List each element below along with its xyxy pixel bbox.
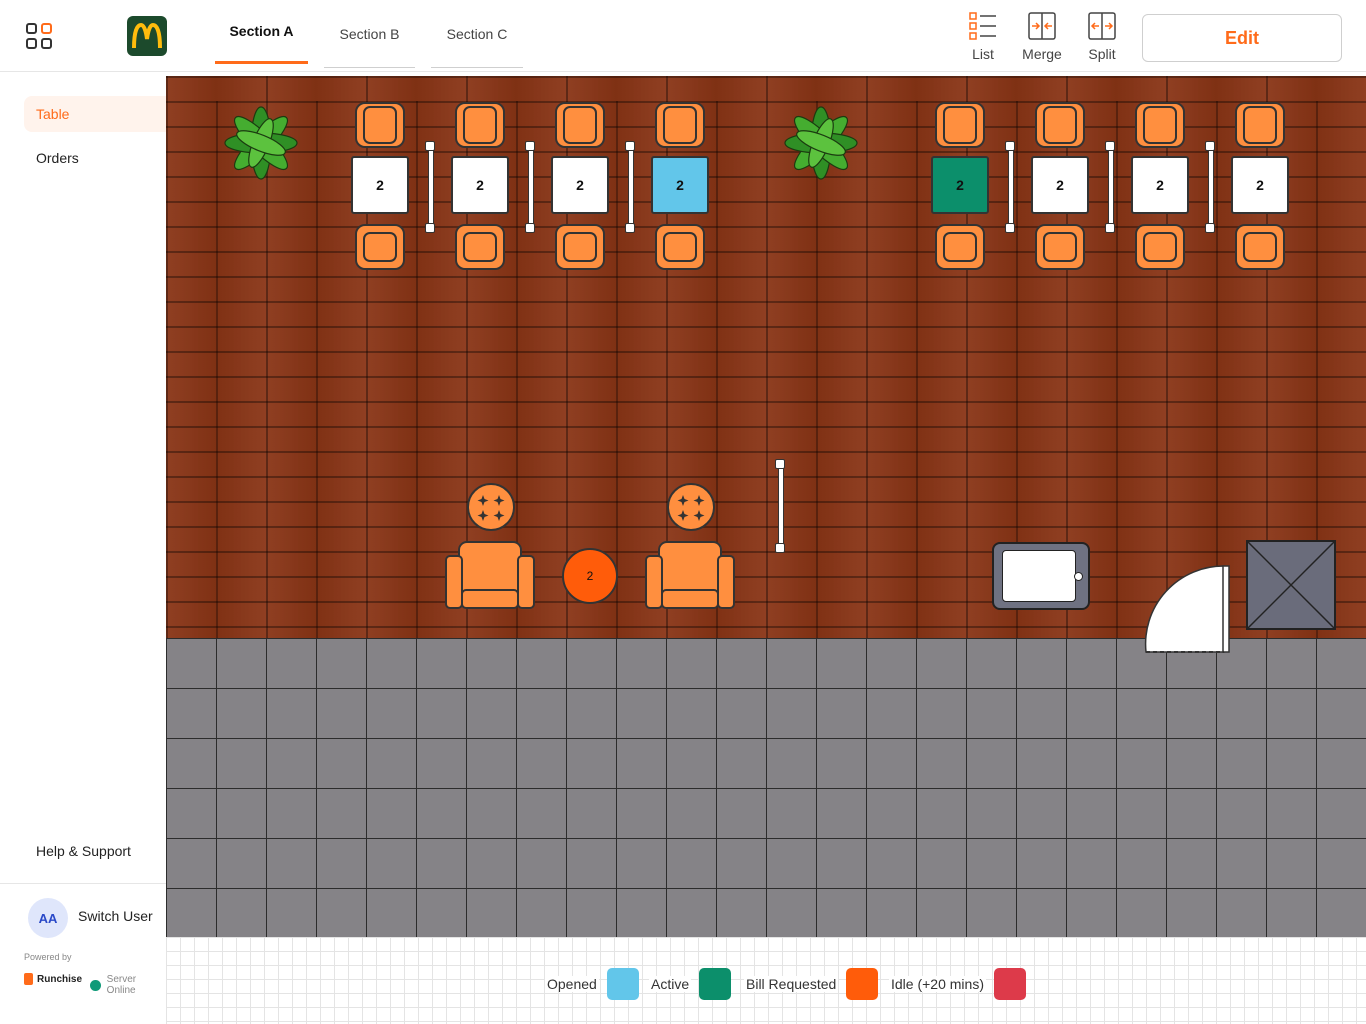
table-capacity: 2	[376, 177, 384, 193]
chair[interactable]	[555, 102, 605, 148]
round-table-9[interactable]: 2	[562, 548, 618, 604]
storage-box-icon[interactable]	[1246, 540, 1336, 630]
chair[interactable]	[655, 224, 705, 270]
floor-plan: 2 2 2 2 2 2 2 2 2	[166, 76, 1366, 937]
split-icon	[1088, 12, 1116, 40]
table-5[interactable]: 2	[931, 156, 989, 214]
table-2[interactable]: 2	[451, 156, 509, 214]
chair[interactable]	[455, 224, 505, 270]
chair[interactable]	[555, 224, 605, 270]
avatar[interactable]: AA	[28, 898, 68, 938]
split-button[interactable]: Split	[1077, 12, 1127, 64]
tab-section-a[interactable]: Section A	[215, 0, 308, 64]
chair[interactable]	[1135, 224, 1185, 270]
golden-arches-icon	[132, 23, 162, 49]
door-icon[interactable]	[1144, 564, 1234, 654]
table-4[interactable]: 2	[651, 156, 709, 214]
lamp-icon[interactable]	[666, 482, 716, 532]
list-icon	[969, 12, 996, 40]
list-button[interactable]: List	[958, 12, 1008, 64]
table-7[interactable]: 2	[1131, 156, 1189, 214]
chair[interactable]	[1035, 224, 1085, 270]
table-divider[interactable]	[425, 141, 435, 233]
brand-logo	[127, 16, 167, 56]
table-8[interactable]: 2	[1231, 156, 1289, 214]
legend-swatch-opened	[606, 968, 639, 1000]
server-online-dot-icon	[90, 979, 101, 991]
table-capacity: 2	[1056, 177, 1064, 193]
help-support-link[interactable]: Help & Support	[36, 843, 131, 859]
table-capacity: 2	[1256, 177, 1264, 193]
legend-swatch-bill-requested	[846, 968, 879, 1000]
runchise-logo-icon	[24, 973, 33, 985]
legend-active: Active	[649, 968, 732, 1000]
table-divider[interactable]	[525, 141, 535, 233]
legend-swatch-idle	[993, 968, 1026, 1000]
runchise-name: Runchise	[37, 973, 83, 985]
legend-label: Idle (+20 mins)	[889, 976, 986, 992]
legend-swatch-active	[699, 968, 732, 1000]
armchair-icon[interactable]	[445, 540, 535, 610]
powered-by-label: Powered by	[24, 952, 72, 962]
table-capacity: 2	[676, 177, 684, 193]
chair[interactable]	[655, 102, 705, 148]
tile-floor-area	[166, 638, 1366, 937]
table-divider[interactable]	[1105, 141, 1115, 233]
runchise-brand: Runchise	[24, 973, 82, 985]
top-bar: Section A Section B Section C List Merge	[0, 0, 1366, 72]
legend-idle: Idle (+20 mins)	[889, 968, 1026, 1000]
table-divider[interactable]	[1205, 141, 1215, 233]
table-capacity: 2	[476, 177, 484, 193]
armchair-icon[interactable]	[645, 540, 735, 610]
chair[interactable]	[1135, 102, 1185, 148]
table-capacity: 2	[576, 177, 584, 193]
tab-section-c[interactable]: Section C	[431, 0, 523, 68]
table-1[interactable]: 2	[351, 156, 409, 214]
merge-label: Merge	[1022, 46, 1062, 62]
legend-label: Opened	[545, 976, 599, 992]
legend-label: Active	[649, 976, 692, 992]
sidebar-item-orders[interactable]: Orders	[24, 140, 166, 176]
lamp-icon[interactable]	[466, 482, 516, 532]
chair[interactable]	[935, 102, 985, 148]
tab-section-b[interactable]: Section B	[324, 0, 415, 68]
legend-opened: Opened	[545, 968, 639, 1000]
server-status-text: Server Online	[106, 974, 137, 996]
list-label: List	[972, 46, 994, 62]
table-3[interactable]: 2	[551, 156, 609, 214]
legend-label: Bill Requested	[744, 976, 839, 992]
table-6[interactable]: 2	[1031, 156, 1089, 214]
home-button-icon	[1074, 572, 1083, 581]
chair[interactable]	[935, 224, 985, 270]
table-capacity: 2	[956, 177, 964, 193]
merge-icon	[1028, 12, 1056, 40]
server-status: Server Online	[90, 974, 166, 996]
switch-user-button[interactable]: Switch User	[78, 908, 153, 924]
merge-button[interactable]: Merge	[1017, 12, 1067, 64]
legend-bill-requested: Bill Requested	[744, 968, 879, 1000]
apps-grid-icon[interactable]	[26, 23, 54, 51]
chair[interactable]	[1035, 102, 1085, 148]
chair[interactable]	[355, 224, 405, 270]
pos-tablet[interactable]	[992, 542, 1090, 610]
chair[interactable]	[1235, 224, 1285, 270]
table-divider[interactable]	[1005, 141, 1015, 233]
plant-icon[interactable]	[774, 96, 868, 190]
sidebar: Table Orders Help & Support AA Switch Us…	[0, 73, 166, 1024]
table-divider[interactable]	[775, 459, 785, 553]
chair[interactable]	[455, 102, 505, 148]
table-capacity: 2	[1156, 177, 1164, 193]
edit-button[interactable]: Edit	[1142, 14, 1342, 62]
table-capacity: 2	[586, 569, 594, 583]
chair[interactable]	[1235, 102, 1285, 148]
sidebar-item-table[interactable]: Table	[24, 96, 166, 132]
table-divider[interactable]	[625, 141, 635, 233]
split-label: Split	[1088, 46, 1116, 62]
plant-icon[interactable]	[214, 96, 308, 190]
chair[interactable]	[355, 102, 405, 148]
sidebar-divider	[0, 883, 166, 884]
